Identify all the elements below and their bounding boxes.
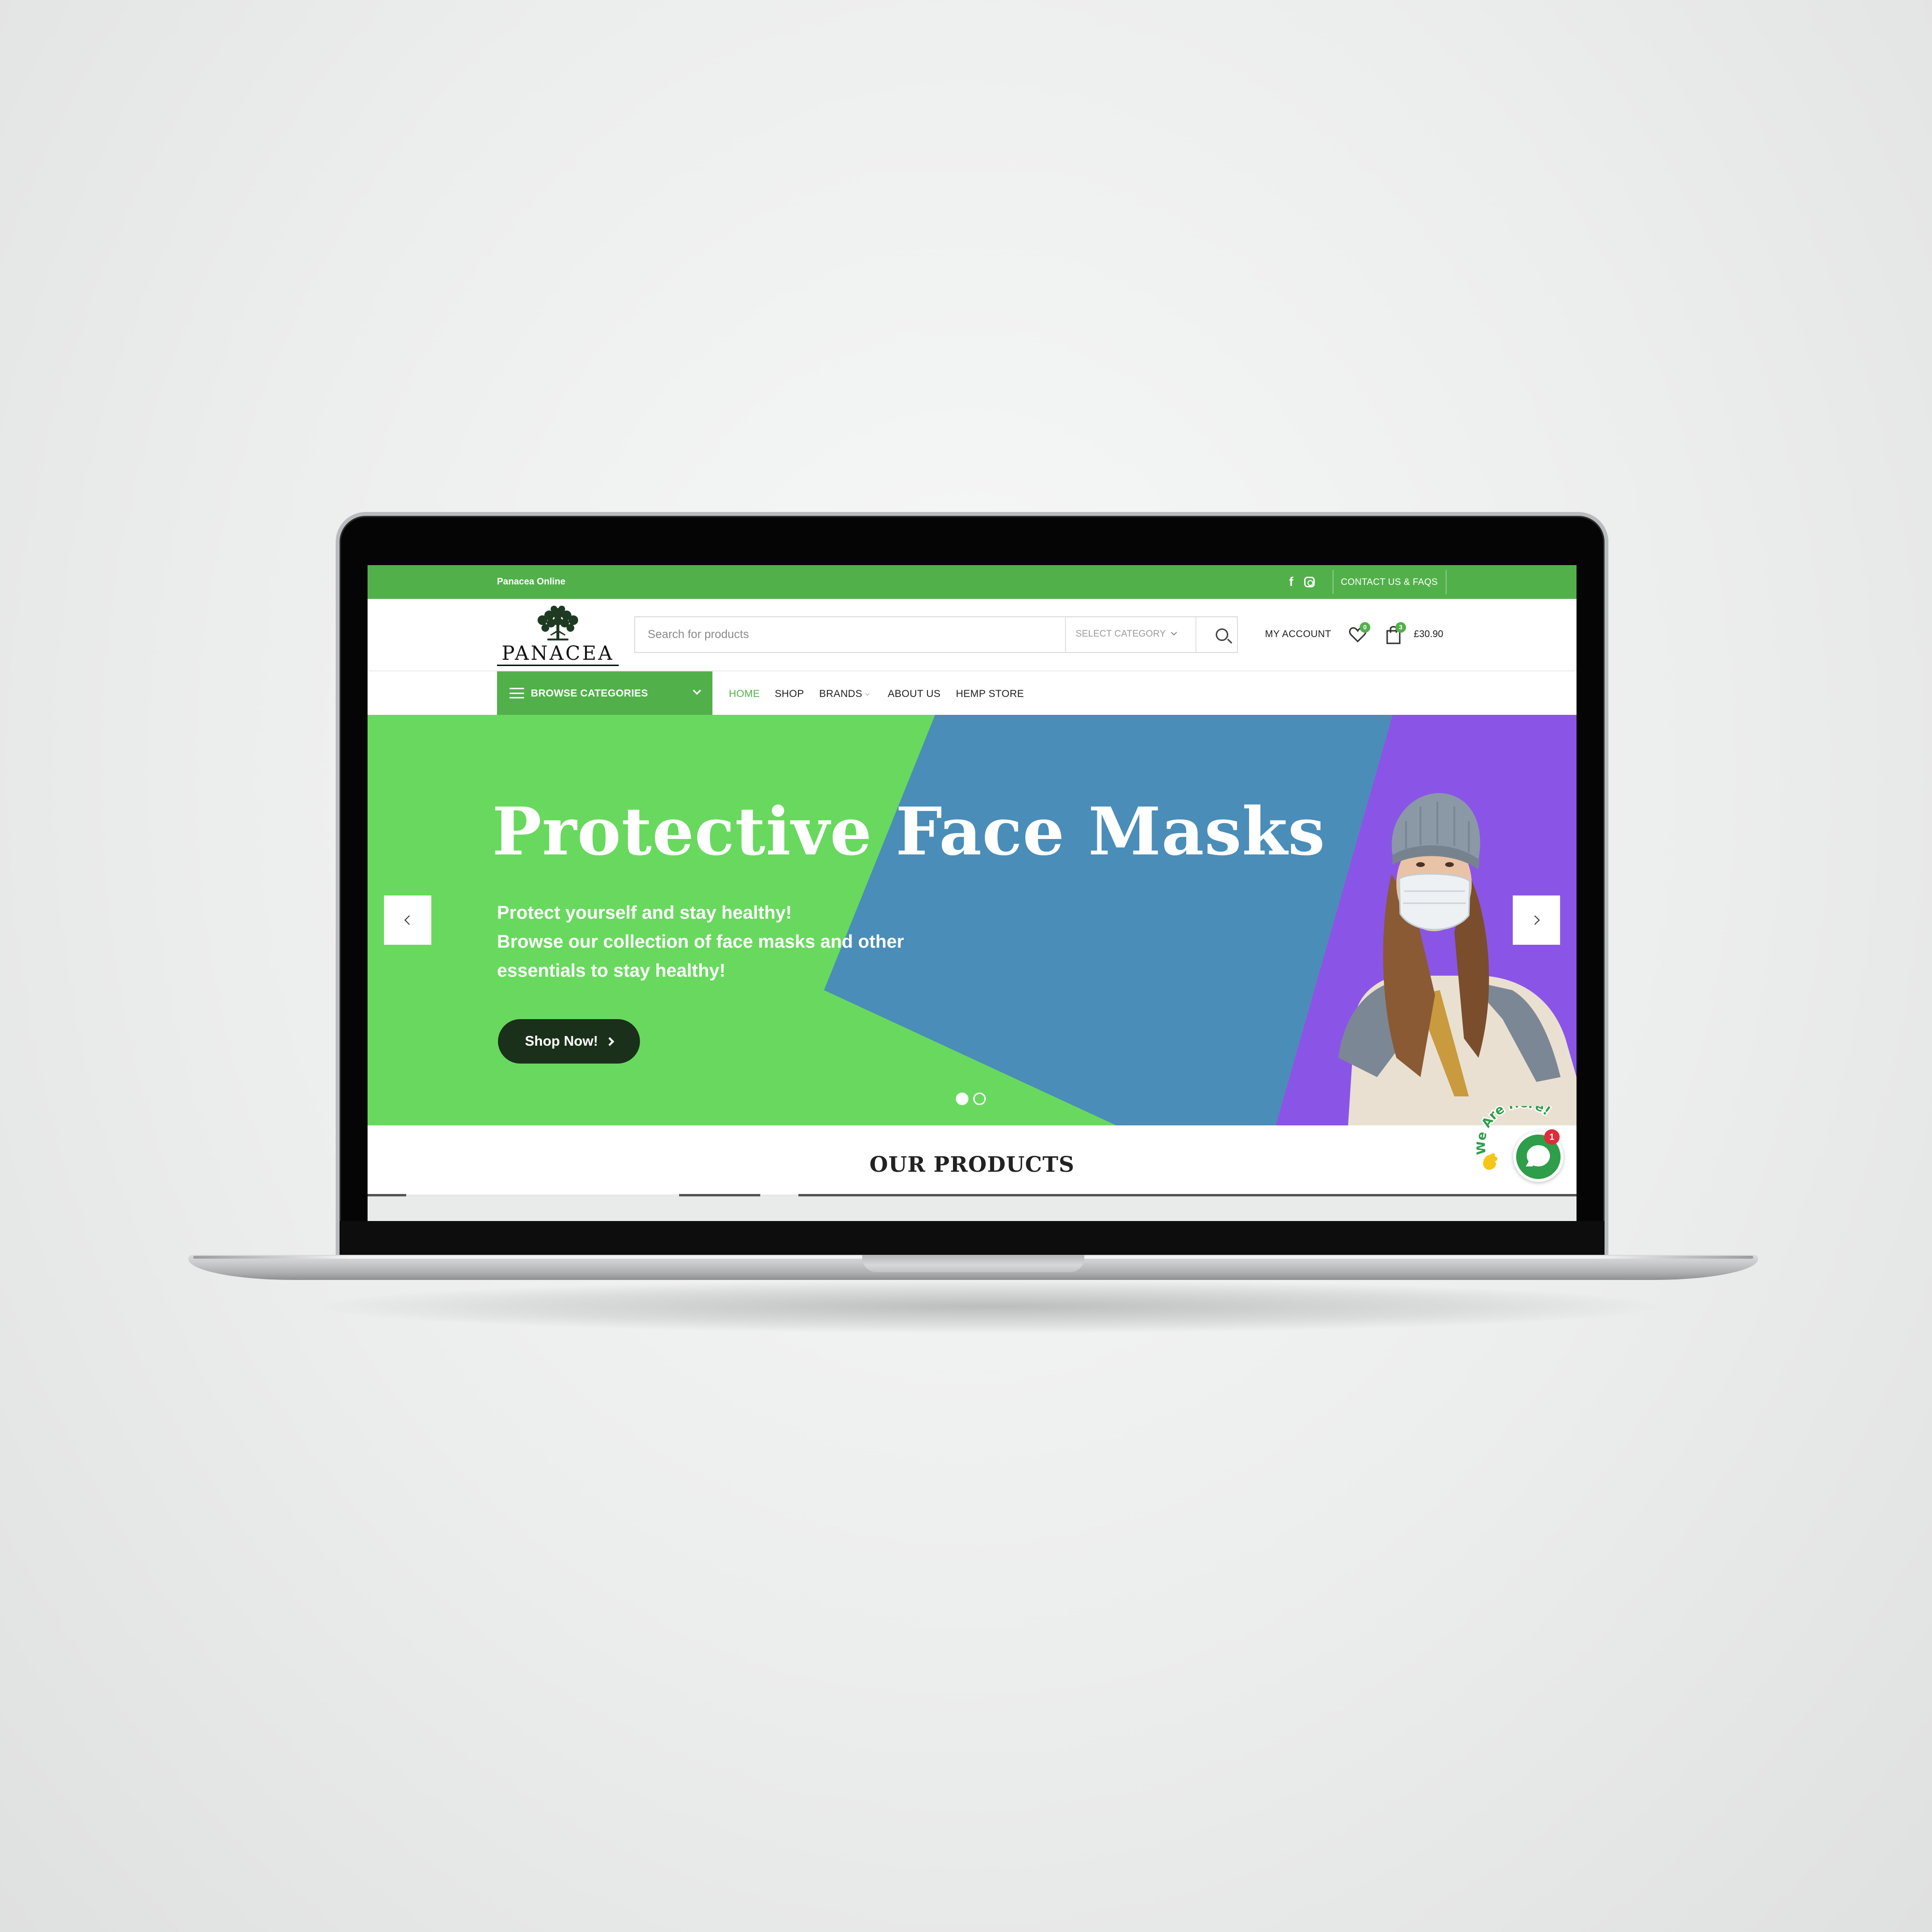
chevron-down-icon [866,691,870,696]
browse-categories-button[interactable]: BROWSE CATEGORIES [497,671,712,715]
top-bar: Panacea Online f CONTACT US & FAQS [368,565,1577,599]
panacea-logo[interactable]: PANACEA [497,603,619,668]
wishlist-count-badge: 0 [1360,622,1370,633]
cart-count-badge: 3 [1395,622,1406,633]
hero-subtitle-line: essentials to stay healthy! [497,961,726,981]
contact-faqs-link[interactable]: CONTACT US & FAQS [1341,577,1438,588]
hero-title: Protective Face Masks [492,793,1326,870]
hero-subtitle-line: Protect yourself and stay healthy! [497,903,792,923]
hero-subtitle: Protect yourself and stay healthy! Brows… [497,898,904,985]
logo-text: PANACEA [501,642,614,665]
instagram-icon[interactable] [1304,577,1315,587]
slider-dot-1[interactable] [956,1093,968,1105]
tree-logo-icon [538,606,578,640]
chevron-down-icon [1170,629,1177,636]
search-bar: SELECT CATEGORY [634,616,1238,653]
social-links: f [1289,575,1315,588]
laptop-shadow [324,1280,1657,1333]
hero-slider: Protective Face Masks Protect yourself a… [368,715,1577,1125]
chevron-right-icon [1530,915,1540,925]
chat-notification-badge: 1 [1544,1129,1560,1145]
model-wearing-mask-image [1338,793,1577,1125]
shop-now-button[interactable]: Shop Now! [498,1019,640,1064]
browse-categories-label: BROWSE CATEGORIES [531,688,648,699]
slider-dot-2[interactable] [973,1093,986,1105]
cart-total[interactable]: £30.90 [1414,629,1443,640]
waving-hand-icon [1483,1153,1498,1170]
slider-prev-button[interactable] [384,895,431,945]
browser-screen: Panacea Online f CONTACT US & FAQS PANAC… [368,565,1577,1221]
search-icon [1216,628,1228,641]
search-separator [1065,617,1066,652]
category-select-label: SELECT CATEGORY [1076,629,1166,639]
slider-pagination [956,1093,986,1105]
chevron-left-icon [404,915,414,925]
nav-shop[interactable]: SHOP [775,688,804,700]
cart-button[interactable]: 3 [1385,622,1406,645]
category-select[interactable]: SELECT CATEGORY [1076,629,1177,639]
laptop-notch [862,1255,1084,1272]
nav-about-us[interactable]: ABOUT US [888,688,940,700]
search-button[interactable] [1205,617,1239,652]
main-navigation: BROWSE CATEGORIES HOME SHOP BRANDS ABOUT… [368,671,1577,715]
chevron-down-icon [693,686,701,695]
logo-underline [497,665,619,666]
search-input[interactable] [635,617,1065,652]
facebook-icon[interactable]: f [1289,575,1293,588]
wishlist-button[interactable]: 0 [1348,622,1371,645]
slider-next-button[interactable] [1513,895,1560,945]
chat-bubble-icon [1527,1145,1550,1166]
shop-now-label: Shop Now! [525,1033,598,1049]
hero-subtitle-line: Browse our collection of face masks and … [497,932,904,952]
site-header: PANACEA SELECT CATEGORY MY ACCOUNT 0 3 [368,599,1577,671]
nav-brands[interactable]: BRANDS [819,688,870,700]
my-account-link[interactable]: MY ACCOUNT [1265,629,1331,640]
top-bar-divider [1446,570,1447,594]
products-strip [368,1196,1577,1221]
search-separator [1195,617,1196,652]
top-bar-divider [1333,570,1334,594]
menu-icon [510,688,524,698]
nav-hemp-store[interactable]: HEMP STORE [956,688,1024,700]
chevron-right-icon [605,1037,614,1046]
our-products-heading: OUR PRODUCTS [869,1152,1075,1177]
top-bar-brand-text: Panacea Online [497,577,566,587]
nav-home[interactable]: HOME [729,688,760,700]
nav-brands-label: BRANDS [819,688,863,699]
